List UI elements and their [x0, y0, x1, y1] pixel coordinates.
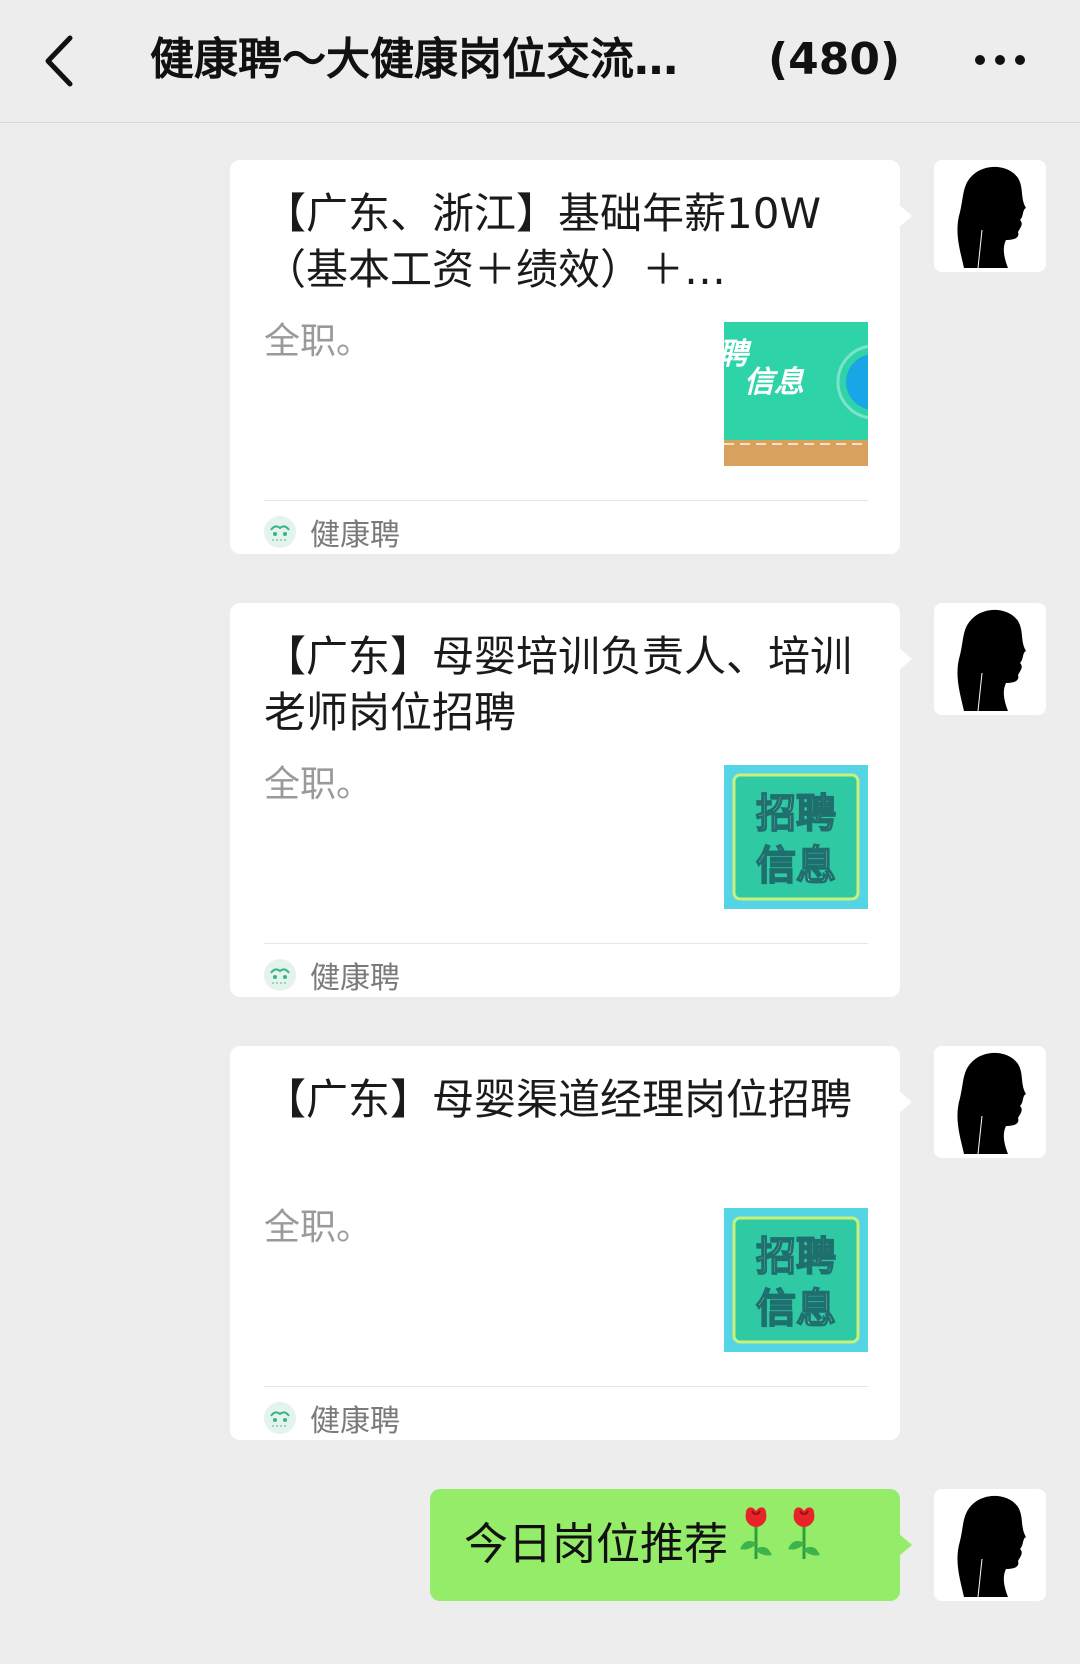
silhouette-avatar-icon	[934, 603, 1046, 715]
thumb-text-line2: 信息	[756, 1286, 836, 1332]
card-title: 【广东、浙江】基础年薪10W（基本工资＋绩效）＋…	[264, 189, 821, 294]
silhouette-avatar-icon	[934, 1046, 1046, 1158]
card-source: 健康聘	[264, 953, 400, 997]
back-button[interactable]	[38, 28, 88, 94]
card-thumbnail: 聘 信息	[724, 322, 868, 466]
card-thumbnail: 招聘 信息	[724, 765, 868, 909]
jiankangpin-logo-icon	[264, 959, 296, 991]
link-card[interactable]: 【广东】母婴培训负责人、培训老师岗位招聘 全职。 招聘 信息 健康聘	[230, 603, 900, 997]
avatar[interactable]	[934, 1046, 1046, 1158]
card-divider	[264, 943, 868, 944]
avatar[interactable]	[934, 160, 1046, 272]
card-title: 【广东】母婴培训负责人、培训老师岗位招聘	[264, 632, 853, 737]
bubble-tail	[898, 1090, 912, 1114]
thumb-text-line2: 信息	[744, 365, 805, 400]
card-source: 健康聘	[264, 510, 400, 554]
card-description: 全职。	[264, 321, 373, 362]
card-thumbnail: 招聘 信息	[724, 1208, 868, 1352]
rose-emoji-icon	[736, 1491, 776, 1603]
avatar[interactable]	[934, 603, 1046, 715]
thumb-text-line2: 信息	[756, 843, 836, 889]
jiankangpin-logo-icon	[264, 516, 296, 548]
member-count: (480)	[768, 34, 901, 85]
chat-header: 健康聘～大健康岗位交流… (480)	[0, 0, 1080, 123]
link-card[interactable]: 【广东】母婴渠道经理岗位招聘 全职。 招聘 信息 健康聘	[230, 1046, 900, 1440]
bubble-tail	[898, 1533, 912, 1557]
message-text: 今日岗位推荐	[464, 1519, 728, 1570]
thumb-text-line1: 招聘	[756, 1234, 836, 1280]
chevron-left-icon	[45, 35, 73, 87]
card-source: 健康聘	[264, 1396, 400, 1440]
source-name: 健康聘	[310, 518, 400, 553]
source-name: 健康聘	[310, 1404, 400, 1439]
chat-title: 健康聘～大健康岗位交流…	[150, 34, 678, 85]
card-description: 全职。	[264, 1207, 373, 1248]
bubble-tail	[898, 647, 912, 671]
avatar[interactable]	[934, 1489, 1046, 1601]
silhouette-avatar-icon	[934, 1489, 1046, 1601]
bubble-tail	[898, 204, 912, 228]
message-text-line: 今日岗位推荐	[464, 1489, 824, 1601]
more-button[interactable]	[970, 40, 1030, 80]
jiankangpin-logo-icon	[264, 1402, 296, 1434]
card-title: 【广东】母婴渠道经理岗位招聘	[264, 1075, 853, 1124]
card-divider	[264, 1386, 868, 1387]
text-message-bubble[interactable]: 今日岗位推荐	[430, 1489, 900, 1601]
more-dots-icon	[975, 55, 1025, 65]
source-name: 健康聘	[310, 961, 400, 996]
silhouette-avatar-icon	[934, 160, 1046, 272]
card-divider	[264, 500, 868, 501]
card-description: 全职。	[264, 764, 373, 805]
thumb-text-line1: 招聘	[756, 791, 836, 837]
rose-emoji-icon	[784, 1491, 824, 1603]
link-card[interactable]: 【广东、浙江】基础年薪10W（基本工资＋绩效）＋… 全职。 聘 信息	[230, 160, 900, 554]
